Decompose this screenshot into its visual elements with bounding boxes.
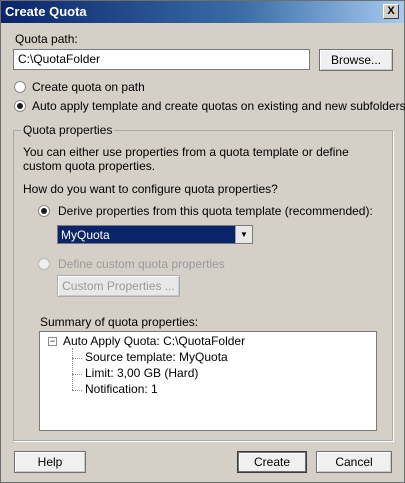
tree-connector — [72, 390, 82, 391]
browse-button[interactable]: Browse... — [319, 49, 393, 71]
custom-properties-label[interactable]: Define custom quota properties — [58, 257, 225, 271]
summary-root-item[interactable]: Auto Apply Quota: C:\QuotaFolder — [63, 334, 245, 348]
title-bar[interactable]: Create Quota X — [1, 1, 404, 23]
derive-template-label[interactable]: Derive properties from this quota templa… — [58, 204, 373, 218]
quota-properties-legend: Quota properties — [21, 123, 115, 137]
summary-child-item[interactable]: Limit: 3,00 GB (Hard) — [85, 366, 198, 380]
custom-properties-radio[interactable] — [38, 258, 50, 270]
help-button[interactable]: Help — [14, 451, 86, 473]
close-button[interactable]: X — [383, 4, 399, 19]
tree-connector — [72, 348, 73, 390]
collapse-icon[interactable]: − — [48, 337, 57, 346]
radio-selected-dot — [17, 103, 23, 109]
radio-selected-dot — [41, 208, 47, 214]
dialog-title: Create Quota — [5, 4, 87, 19]
summary-child-item[interactable]: Source template: MyQuota — [85, 350, 228, 364]
auto-apply-radio[interactable] — [14, 100, 26, 112]
quota-path-label: Quota path: — [15, 32, 78, 46]
create-on-path-label[interactable]: Create quota on path — [32, 80, 145, 94]
create-quota-dialog: Create Quota X Quota path: C:\QuotaFolde… — [0, 0, 405, 483]
summary-tree[interactable]: − Auto Apply Quota: C:\QuotaFolder Sourc… — [39, 331, 377, 431]
cancel-button[interactable]: Cancel — [316, 451, 392, 473]
custom-properties-button[interactable]: Custom Properties ... — [57, 275, 180, 297]
tree-connector — [72, 374, 82, 375]
create-button[interactable]: Create — [237, 451, 307, 473]
quota-path-input[interactable]: C:\QuotaFolder — [13, 49, 310, 70]
tree-connector — [72, 358, 82, 359]
chevron-down-icon[interactable]: ▼ — [235, 226, 252, 243]
auto-apply-label[interactable]: Auto apply template and create quotas on… — [32, 99, 405, 113]
derive-template-radio[interactable] — [38, 205, 50, 217]
configure-question: How do you want to configure quota prope… — [23, 182, 278, 196]
close-icon: X — [387, 5, 395, 17]
create-on-path-radio[interactable] — [14, 81, 26, 93]
summary-child-item[interactable]: Notification: 1 — [85, 382, 158, 396]
summary-label: Summary of quota properties: — [40, 315, 199, 329]
template-dropdown-value: MyQuota — [61, 228, 110, 242]
template-dropdown[interactable]: MyQuota ▼ — [57, 225, 253, 244]
properties-description: You can either use properties from a quo… — [23, 145, 349, 173]
